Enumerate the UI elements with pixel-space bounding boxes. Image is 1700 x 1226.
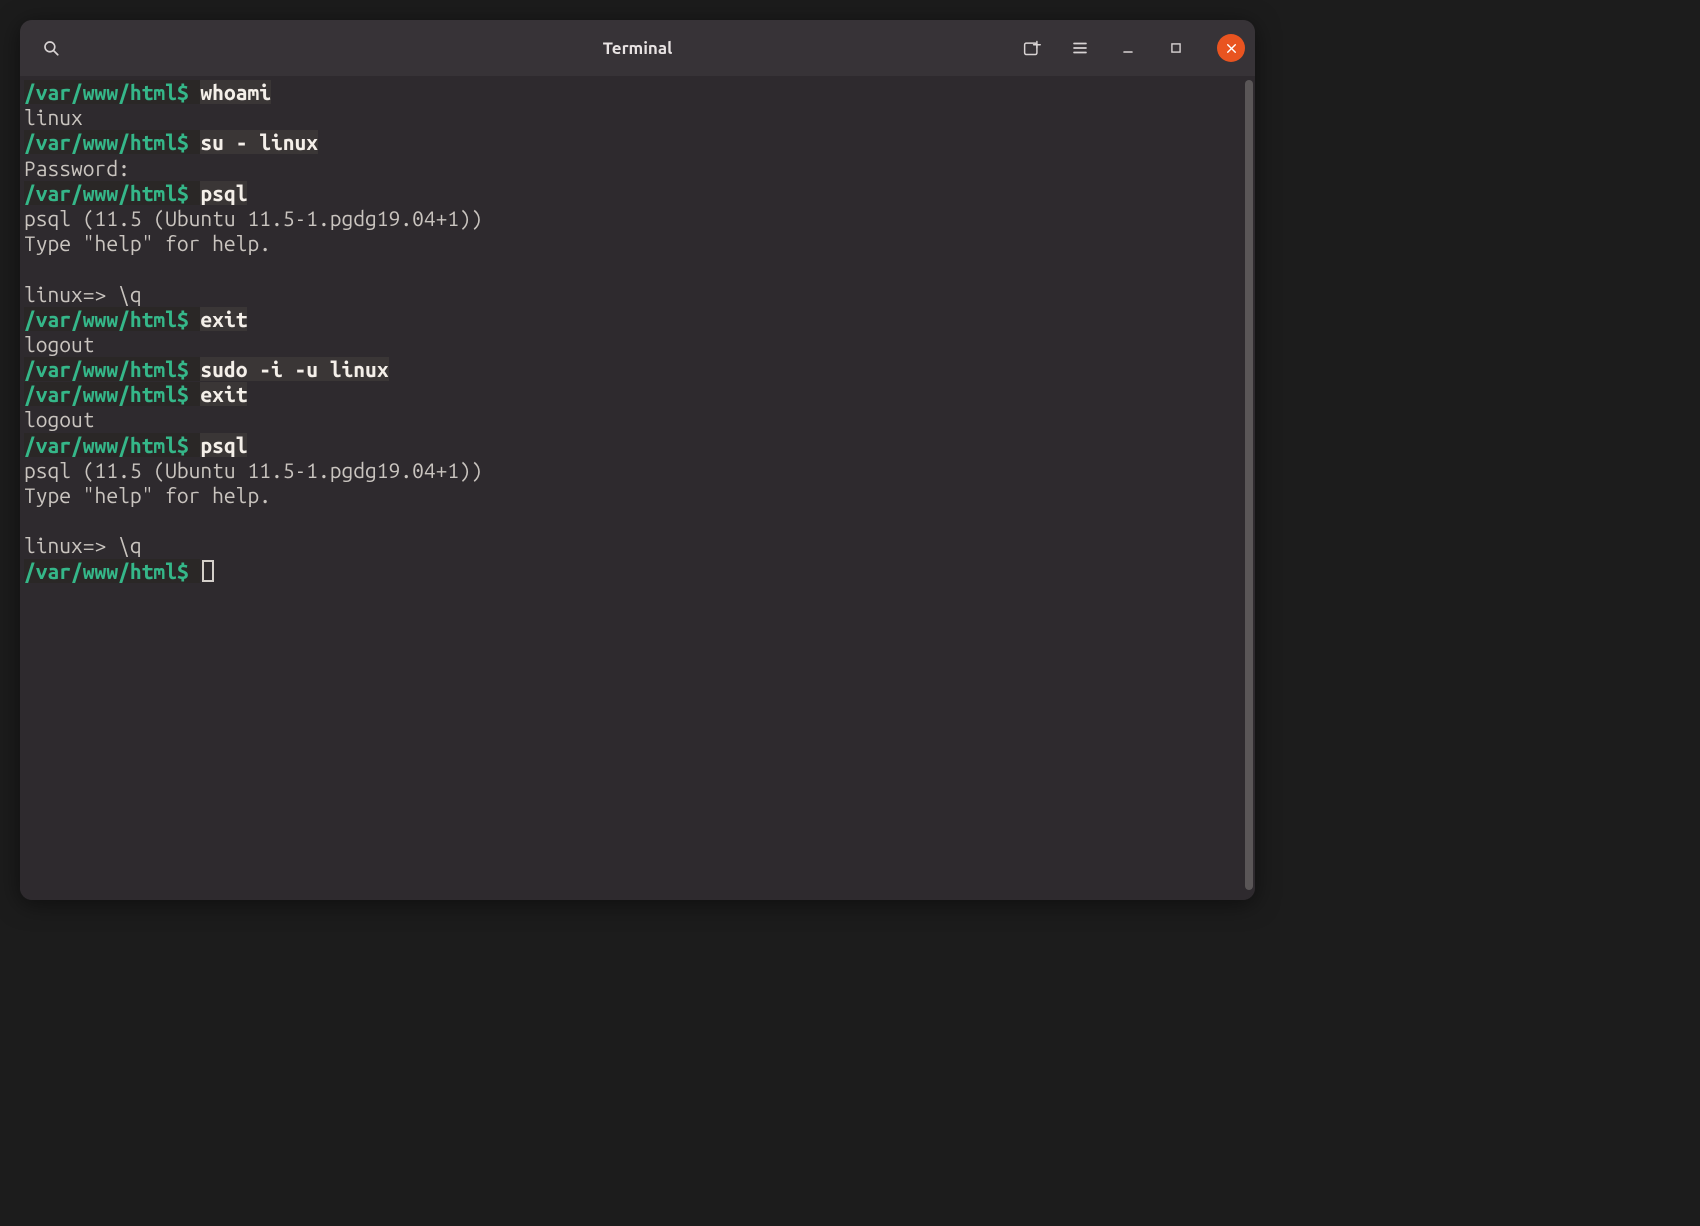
terminal-line bbox=[24, 256, 1235, 281]
terminal-line: /var/www/html$ psql bbox=[24, 433, 1235, 458]
terminal-line: linux=> \q bbox=[24, 533, 1235, 558]
terminal-line: psql (11.5 (Ubuntu 11.5-1.pgdg19.04+1)) bbox=[24, 458, 1235, 483]
command-text: exit bbox=[200, 382, 247, 406]
terminal-line: Type "help" for help. bbox=[24, 483, 1235, 508]
output-text: Password: bbox=[24, 156, 130, 180]
output-text: logout bbox=[24, 407, 95, 431]
output-text: psql (11.5 (Ubuntu 11.5-1.pgdg19.04+1)) bbox=[24, 206, 483, 230]
terminal-line: psql (11.5 (Ubuntu 11.5-1.pgdg19.04+1)) bbox=[24, 206, 1235, 231]
window-title: Terminal bbox=[603, 39, 673, 58]
terminal-line: Password: bbox=[24, 156, 1235, 181]
close-button[interactable] bbox=[1217, 34, 1245, 62]
psql-prompt: linux=> bbox=[24, 533, 118, 557]
prompt-separator: $ bbox=[177, 181, 201, 205]
terminal-line: /var/www/html$ su - linux bbox=[24, 130, 1235, 155]
command-text: psql bbox=[200, 181, 247, 205]
prompt-path: /var/www/html bbox=[24, 357, 177, 381]
output-text: linux bbox=[24, 105, 83, 129]
terminal-content[interactable]: /var/www/html$ whoamilinux/var/www/html$… bbox=[20, 76, 1243, 900]
prompt-separator: $ bbox=[177, 357, 201, 381]
output-text: Type "help" for help. bbox=[24, 231, 271, 255]
prompt-path: /var/www/html bbox=[24, 433, 177, 457]
terminal-body[interactable]: /var/www/html$ whoamilinux/var/www/html$… bbox=[20, 76, 1255, 900]
output-text: logout bbox=[24, 332, 95, 356]
terminal-line: linux bbox=[24, 105, 1235, 130]
prompt-path: /var/www/html bbox=[24, 130, 177, 154]
hamburger-menu-icon[interactable] bbox=[1065, 33, 1095, 63]
prompt-separator: $ bbox=[177, 433, 201, 457]
scrollbar-thumb[interactable] bbox=[1245, 80, 1253, 890]
maximize-button[interactable] bbox=[1161, 33, 1191, 63]
output-text: Type "help" for help. bbox=[24, 483, 271, 507]
terminal-line bbox=[24, 508, 1235, 533]
prompt-path: /var/www/html bbox=[24, 80, 177, 104]
terminal-line: /var/www/html$ whoami bbox=[24, 80, 1235, 105]
command-text: exit bbox=[200, 307, 247, 331]
terminal-line: /var/www/html$ psql bbox=[24, 181, 1235, 206]
command-text: su - linux bbox=[200, 130, 318, 154]
psql-prompt: linux=> bbox=[24, 282, 118, 306]
terminal-line: /var/www/html$ exit bbox=[24, 382, 1235, 407]
terminal-line: /var/www/html$ sudo -i -u linux bbox=[24, 357, 1235, 382]
command-text: psql bbox=[200, 433, 247, 457]
minimize-button[interactable] bbox=[1113, 33, 1143, 63]
titlebar: Terminal bbox=[20, 20, 1255, 76]
search-icon[interactable] bbox=[36, 33, 66, 63]
output-text: psql (11.5 (Ubuntu 11.5-1.pgdg19.04+1)) bbox=[24, 458, 483, 482]
command-text: whoami bbox=[200, 80, 271, 104]
prompt-separator: $ bbox=[177, 80, 201, 104]
terminal-line: /var/www/html$ bbox=[24, 559, 1235, 584]
prompt-path: /var/www/html bbox=[24, 181, 177, 205]
terminal-line: logout bbox=[24, 332, 1235, 357]
terminal-line: Type "help" for help. bbox=[24, 231, 1235, 256]
prompt-separator: $ bbox=[177, 130, 201, 154]
prompt-separator: $ bbox=[177, 559, 201, 583]
psql-command: \q bbox=[118, 533, 142, 557]
cursor bbox=[202, 560, 214, 582]
prompt-path: /var/www/html bbox=[24, 307, 177, 331]
command-text: sudo -i -u linux bbox=[200, 357, 388, 381]
terminal-line: linux=> \q bbox=[24, 282, 1235, 307]
terminal-line: /var/www/html$ exit bbox=[24, 307, 1235, 332]
terminal-window: Terminal bbox=[20, 20, 1255, 900]
prompt-separator: $ bbox=[177, 307, 201, 331]
prompt-separator: $ bbox=[177, 382, 201, 406]
scrollbar[interactable] bbox=[1243, 76, 1255, 900]
prompt-path: /var/www/html bbox=[24, 382, 177, 406]
new-tab-icon[interactable] bbox=[1017, 33, 1047, 63]
prompt-path: /var/www/html bbox=[24, 559, 177, 583]
terminal-line: logout bbox=[24, 407, 1235, 432]
psql-command: \q bbox=[118, 282, 142, 306]
